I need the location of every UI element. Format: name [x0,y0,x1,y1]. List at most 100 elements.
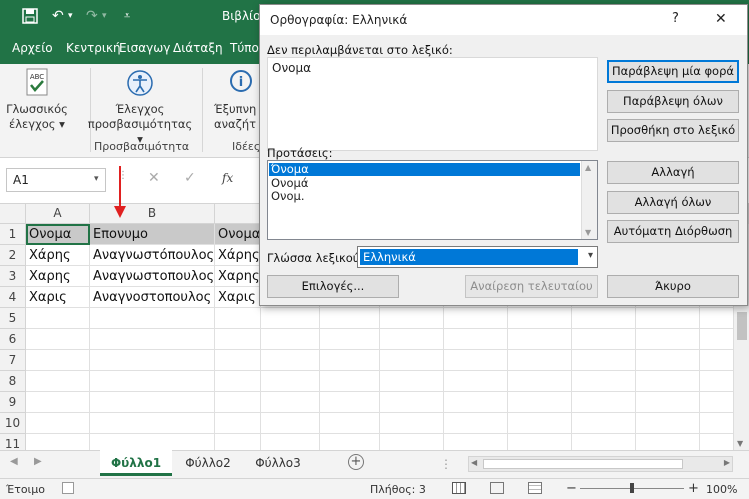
horizontal-scroll-thumb[interactable] [483,459,683,469]
cell-a5[interactable] [26,308,90,329]
vertical-scrollbar[interactable]: ▼ [733,306,749,450]
change-all-button[interactable]: Αλλαγή όλων [607,191,739,214]
cell-b2[interactable]: Αναγνωστόπουλος [90,245,215,266]
name-box-dropdown-icon[interactable]: ▾ [94,174,99,184]
tab-home[interactable]: Κεντρική [66,41,121,55]
cell-c9[interactable] [215,392,749,413]
save-icon[interactable] [22,0,38,36]
cell-a1[interactable]: Ονομα [26,224,90,245]
tab-file[interactable]: Αρχείο [12,41,53,55]
ignore-once-button[interactable]: Παράβλεψη μία φορά [607,60,739,83]
sheet-tab-1[interactable]: Φύλλο1 [100,450,172,476]
cell-b5[interactable] [90,308,215,329]
normal-view-icon[interactable] [452,482,466,494]
horizontal-scrollbar[interactable]: ◀ ▶ [468,456,733,472]
cell-a7[interactable] [26,350,90,371]
spelling-button[interactable]: ABC Γλωσσικός έλεγχος ▾ [4,68,70,132]
column-header-a[interactable]: A [26,204,90,224]
insert-function-icon[interactable]: fx [222,171,233,185]
cell-a6[interactable] [26,329,90,350]
row-header-7[interactable]: 7 [0,350,26,371]
cell-a4[interactable]: Χαρις [26,287,90,308]
dictionary-language-select[interactable]: Ελληνικά ▾ [357,246,598,268]
cell-b3[interactable]: Αναγνωστοπουλος [90,266,215,287]
zoom-level[interactable]: 100% [706,483,737,496]
scroll-down-icon[interactable]: ▼ [585,228,591,237]
row-header-3[interactable]: 3 [0,266,26,287]
scroll-thumb[interactable] [737,312,747,340]
scroll-up-icon[interactable]: ▲ [585,163,591,172]
row-header-4[interactable]: 4 [0,287,26,308]
autocorrect-button[interactable]: Αυτόματη Διόρθωση [607,220,739,243]
sheet-tab-2[interactable]: Φύλλο2 [174,450,242,476]
undo-dropdown-icon[interactable]: ▾ [68,0,73,32]
tab-insert[interactable]: Εισαγωγ [119,41,170,55]
cell-c7[interactable] [215,350,749,371]
select-all-corner[interactable] [0,204,26,224]
cell-a10[interactable] [26,413,90,434]
help-button[interactable]: ? [672,11,679,26]
redo-dropdown-icon[interactable]: ▾ [102,0,107,32]
row-header-9[interactable]: 9 [0,392,26,413]
close-button[interactable]: ✕ [715,11,727,27]
check-accessibility-button[interactable]: Έλεγχος προσβασιμότητας ▾ [84,68,196,147]
cell-b1[interactable]: Επονυμο [90,224,215,245]
cancel-icon[interactable]: ✕ [148,170,160,186]
cell-c10[interactable] [215,413,749,434]
enter-icon[interactable]: ✓ [184,170,196,186]
suggestions-list[interactable]: Όνομα Ονομά Ονομ. ▲ ▼ [267,160,598,240]
cell-b9[interactable] [90,392,215,413]
zoom-in-icon[interactable]: + [688,481,699,496]
cell-b7[interactable] [90,350,215,371]
cell-c5[interactable] [215,308,749,329]
scroll-right-icon[interactable]: ▶ [724,458,730,467]
name-box[interactable]: A1 [6,168,106,192]
cancel-button[interactable]: Άκυρο [607,275,739,298]
cell-b6[interactable] [90,329,215,350]
cell-a2[interactable]: Χάρης [26,245,90,266]
cell-a8[interactable] [26,371,90,392]
page-break-preview-icon[interactable] [528,482,542,494]
next-sheet-icon[interactable]: ▶ [34,456,42,467]
tab-layout[interactable]: Διάταξη [173,41,223,55]
redo-icon[interactable]: ↷ [86,0,98,32]
suggestion-item[interactable]: Ονομ. [271,190,304,203]
cell-a3[interactable]: Χαρης [26,266,90,287]
customize-qat-icon[interactable]: ⩡ [124,0,130,32]
row-header-2[interactable]: 2 [0,245,26,266]
sheet-tab-3[interactable]: Φύλλο3 [244,450,312,476]
options-button[interactable]: Επιλογές... [267,275,399,298]
scroll-left-icon[interactable]: ◀ [471,458,477,467]
prev-sheet-icon[interactable]: ◀ [10,456,18,467]
suggestion-item-selected[interactable]: Όνομα [269,163,580,176]
cell-c8[interactable] [215,371,749,392]
smart-lookup-button[interactable]: i Έξυπνη αναζήτ [208,68,260,132]
cell-b4[interactable]: Αναγνοστοπουλος [90,287,215,308]
not-in-dictionary-field[interactable]: Ονομα [267,57,598,151]
tab-splitter-icon[interactable]: ⋮ [440,457,452,471]
undo-last-button[interactable]: Αναίρεση τελευταίου [465,275,598,298]
add-to-dictionary-button[interactable]: Προσθήκη στο λεξικό [607,119,739,142]
row-header-1[interactable]: 1 [0,224,26,245]
suggestions-scrollbar[interactable]: ▲ ▼ [581,161,597,239]
row-header-5[interactable]: 5 [0,308,26,329]
ignore-all-button[interactable]: Παράβλεψη όλων [607,90,739,113]
scroll-down-icon[interactable]: ▼ [737,439,743,448]
macro-record-icon[interactable] [62,482,74,494]
add-sheet-icon[interactable]: + [348,454,364,470]
undo-icon[interactable]: ↶ [52,0,64,32]
cell-c6[interactable] [215,329,749,350]
row-header-8[interactable]: 8 [0,371,26,392]
row-header-10[interactable]: 10 [0,413,26,434]
zoom-out-icon[interactable]: − [566,481,577,496]
cell-b8[interactable] [90,371,215,392]
zoom-slider-thumb[interactable] [630,483,634,493]
cell-b10[interactable] [90,413,215,434]
chevron-down-icon[interactable]: ▾ [588,250,593,261]
page-layout-icon[interactable] [490,482,504,494]
tab-formulas[interactable]: Τύπο [230,41,259,55]
cell-a9[interactable] [26,392,90,413]
change-button[interactable]: Αλλαγή [607,161,739,184]
column-header-b[interactable]: B [90,204,215,224]
row-header-6[interactable]: 6 [0,329,26,350]
